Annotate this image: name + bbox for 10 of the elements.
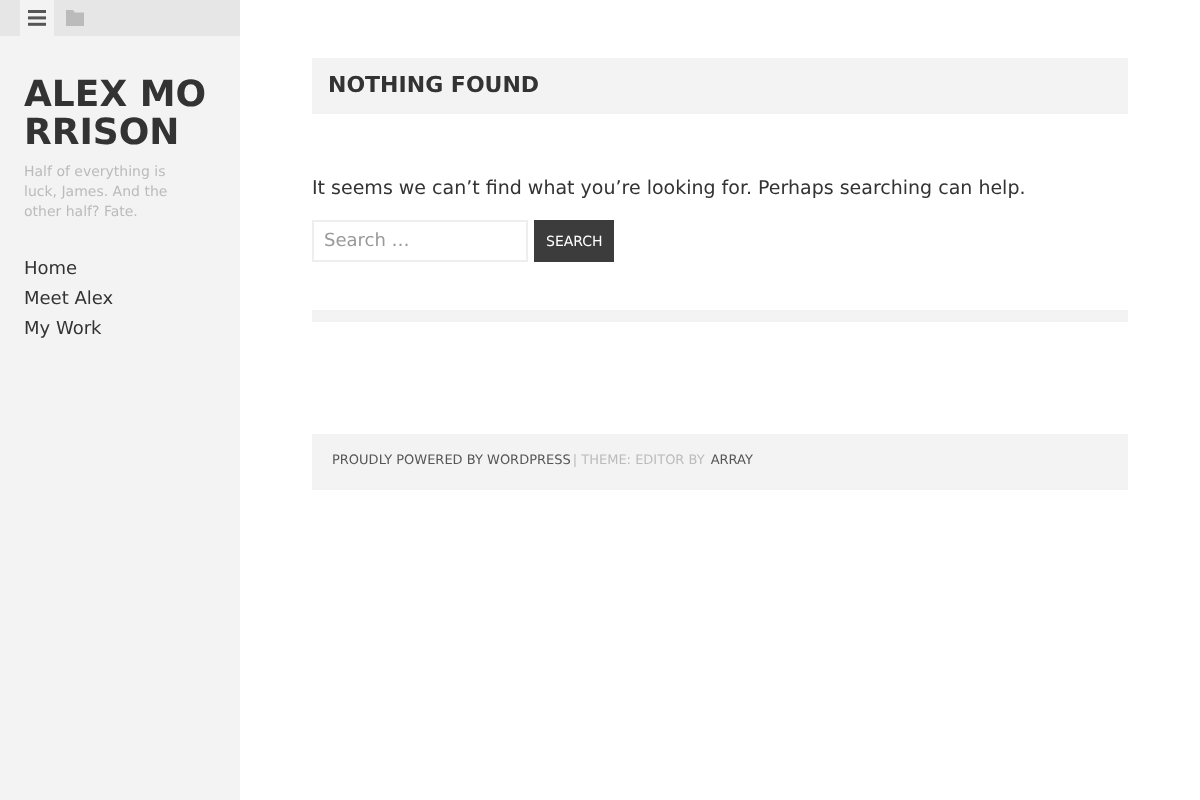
site-title[interactable]: ALEX MORRISON <box>24 76 216 152</box>
nav-link[interactable]: Meet Alex <box>24 288 114 312</box>
search-field[interactable]: Search … <box>312 220 528 263</box>
page-title: NOTHING FOUND <box>328 69 540 102</box>
not-found-message: It seems we can’t find what you’re looking for. Perhaps searching can help. <box>312 176 1028 204</box>
sidebar-tab[interactable] <box>20 0 54 36</box>
menu-icon <box>28 10 46 26</box>
folder-icon <box>66 10 84 26</box>
nav-link[interactable]: My Work <box>24 318 102 342</box>
nav-link[interactable]: Home <box>24 258 78 282</box>
